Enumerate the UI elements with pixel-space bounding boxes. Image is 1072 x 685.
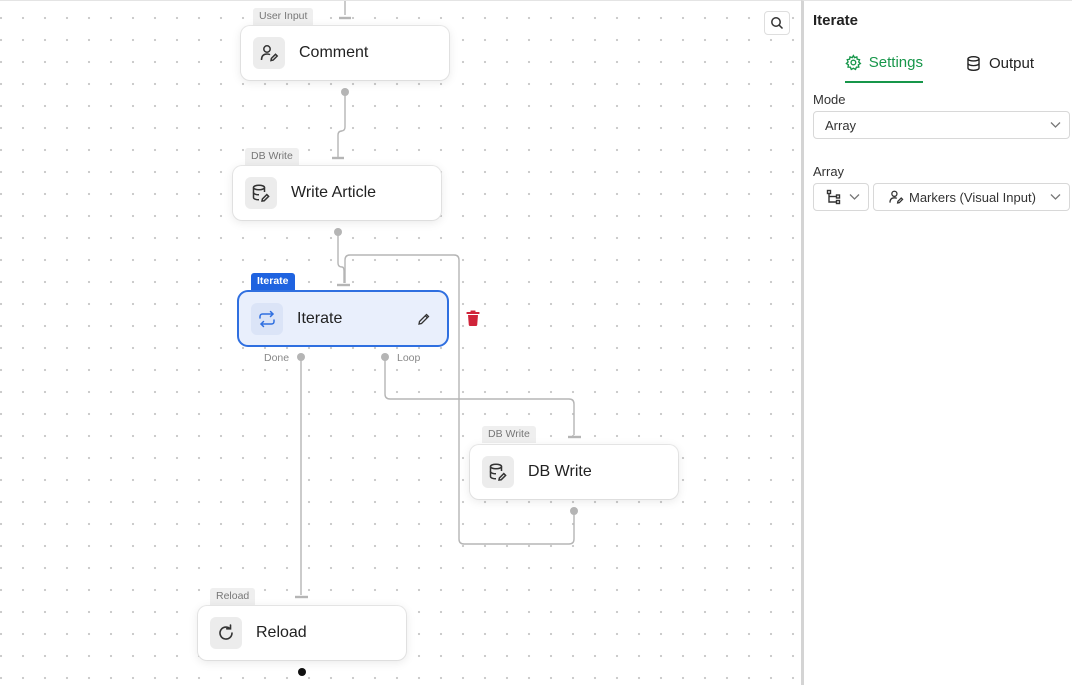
- database-edit-icon: [245, 177, 277, 209]
- node-write-article[interactable]: Write Article: [233, 166, 441, 220]
- repeat-icon: [251, 302, 283, 335]
- db-write-output-port[interactable]: [570, 507, 578, 515]
- canvas-search-button[interactable]: [764, 11, 790, 35]
- user-edit-icon: [253, 37, 285, 69]
- gear-icon: [845, 53, 862, 70]
- array-value: Markers (Visual Input): [909, 189, 1036, 205]
- tab-output-label: Output: [989, 54, 1035, 72]
- node-reload[interactable]: Reload: [198, 606, 406, 660]
- user-edit-icon: [889, 190, 904, 204]
- node-tag-reload: Reload: [210, 588, 256, 605]
- panel-tabs: Settings Output: [804, 43, 1072, 83]
- tab-settings-label: Settings: [868, 53, 923, 71]
- tree-icon: [826, 189, 841, 205]
- iterate-done-port[interactable]: [297, 353, 305, 361]
- comment-output-port[interactable]: [341, 88, 349, 96]
- node-tag-iterate: Iterate: [251, 273, 295, 290]
- mode-label: Mode: [813, 92, 846, 107]
- reload-output-port[interactable]: [298, 668, 306, 676]
- node-comment[interactable]: Comment: [241, 26, 449, 80]
- node-label: DB Write: [528, 463, 592, 480]
- database-edit-icon: [482, 456, 514, 488]
- chevron-down-icon: [1050, 122, 1061, 128]
- panel-title: Iterate: [813, 12, 859, 29]
- array-label: Array: [813, 164, 845, 179]
- mode-select[interactable]: Array: [813, 111, 1070, 139]
- database-icon: [967, 55, 980, 71]
- edit-pencil-icon[interactable]: [417, 312, 431, 326]
- array-value-select[interactable]: Markers (Visual Input): [873, 183, 1070, 211]
- node-label: Reload: [256, 624, 307, 641]
- flow-canvas[interactable]: User Input Comment DB Write Write Articl…: [0, 0, 801, 685]
- node-label: Comment: [299, 44, 369, 61]
- tab-settings[interactable]: Settings: [845, 43, 923, 83]
- search-icon: [771, 17, 784, 30]
- chevron-down-icon: [849, 194, 860, 200]
- chevron-down-icon: [1050, 194, 1061, 200]
- iterate-loop-port[interactable]: [381, 353, 389, 361]
- node-label: Write Article: [291, 184, 377, 201]
- node-tag-user-input: User Input: [253, 8, 314, 25]
- write-article-output-port[interactable]: [334, 228, 342, 236]
- node-label: Iterate: [297, 309, 343, 327]
- reload-icon: [210, 617, 242, 649]
- inspector-panel: Iterate Settings Output Mode Array Array: [801, 0, 1072, 685]
- trash-icon[interactable]: [464, 309, 482, 327]
- node-tag-db-write: DB Write: [482, 426, 536, 443]
- node-iterate[interactable]: Iterate: [239, 292, 447, 345]
- tab-output[interactable]: Output: [965, 43, 1034, 83]
- node-tag-db-write: DB Write: [245, 148, 299, 165]
- mode-value: Array: [825, 117, 857, 133]
- done-port-label: Done: [264, 352, 290, 364]
- array-source-select[interactable]: [813, 183, 869, 211]
- node-db-write[interactable]: DB Write: [470, 445, 678, 499]
- loop-port-label: Loop: [397, 352, 421, 364]
